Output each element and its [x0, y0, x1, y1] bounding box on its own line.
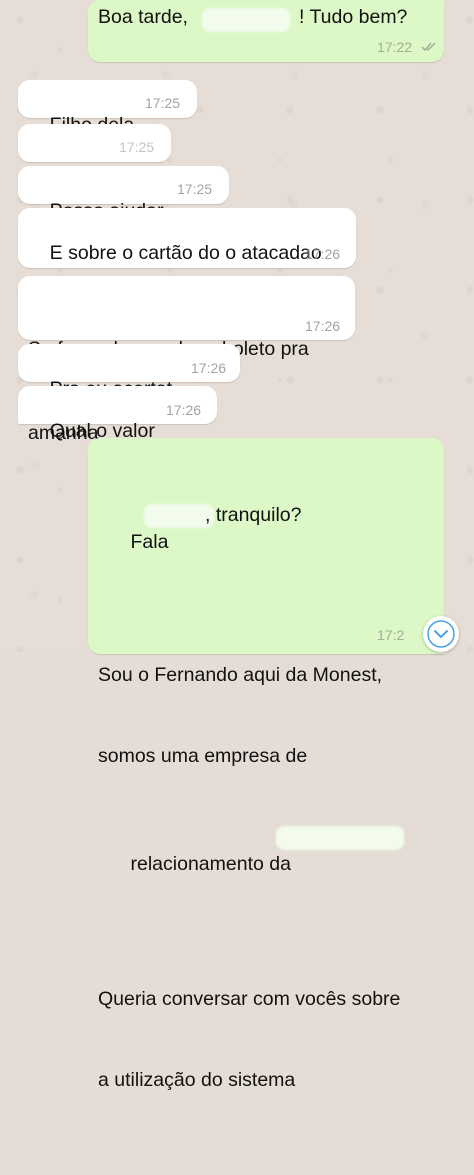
message-text-end: ! Tudo bem?: [299, 6, 408, 28]
chat-message-list[interactable]: Boa tarde, ! Tudo bem? 17:22 Filho dela …: [0, 0, 474, 1091]
message-time: 17:25: [119, 139, 155, 155]
message-text-line: Queria conversar com vocês sobre: [98, 988, 401, 1010]
message-time: 17:26: [305, 318, 341, 334]
incoming-message[interactable]: 17:25: [18, 124, 171, 162]
message-time: 17:25: [177, 181, 213, 197]
message-text-start: relacionamento da: [130, 853, 291, 875]
chevron-down-icon: [427, 620, 455, 648]
message-text-line: relacionamento da: [98, 824, 434, 932]
message-text-line: Fala , tranquilo?: [98, 502, 434, 553]
incoming-message[interactable]: Posso ajudar 17:25: [18, 166, 229, 222]
redacted-name: [202, 8, 290, 32]
outgoing-message[interactable]: Boa tarde, ! Tudo bem? 17:22: [88, 0, 444, 62]
incoming-message[interactable]: Filho dela 17:25: [18, 80, 197, 136]
message-text-end: , tranquilo?: [205, 504, 302, 526]
message-text-line: Sou o Fernando aqui da Monest,: [98, 664, 383, 686]
double-check-icon: [421, 42, 436, 52]
message-time: 17:26: [166, 402, 202, 418]
incoming-message[interactable]: Pra eu acertat 17:26: [18, 344, 240, 400]
message-text-start: Fala: [130, 531, 174, 553]
message-text: E sobre o cartão do o atacadao: [49, 242, 322, 264]
redacted-text: [24, 130, 124, 154]
message-time: 17:2: [377, 627, 405, 643]
scroll-to-bottom-button[interactable]: [423, 616, 459, 652]
redacted-name: [144, 504, 214, 528]
message-time: 17:22: [377, 39, 413, 55]
message-text-line: a utilização do sistema: [98, 1069, 296, 1091]
outgoing-message[interactable]: Fala , tranquilo? Sou o Fernando aqui da…: [88, 438, 444, 1091]
message-text-start: Boa tarde,: [98, 6, 194, 28]
incoming-message[interactable]: Se for pode mandar o boleto pra amanha 1…: [18, 276, 355, 444]
message-time: 17:26: [305, 246, 341, 262]
message-time: 17:26: [191, 360, 227, 376]
message-text-line: somos uma empresa de: [98, 745, 308, 767]
incoming-message[interactable]: E sobre o cartão do o atacadao 17:26: [18, 208, 356, 268]
incoming-message[interactable]: Qual o valor 17:26: [18, 386, 217, 442]
message-time: 17:25: [145, 95, 181, 111]
redacted-text: [276, 826, 404, 850]
